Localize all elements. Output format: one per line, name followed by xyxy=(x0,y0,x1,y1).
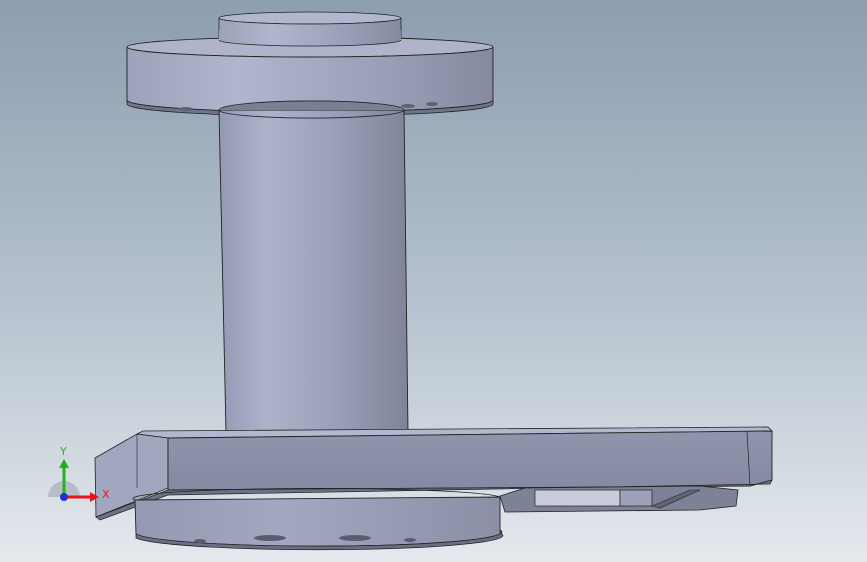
plate-front-face[interactable] xyxy=(167,430,773,491)
bolt-hole xyxy=(339,535,371,541)
bolt-hole xyxy=(404,538,416,542)
slot-window xyxy=(534,489,621,507)
cad-3d-viewport[interactable]: Y X xyxy=(0,0,867,562)
y-axis-label: Y xyxy=(59,445,67,458)
model-canvas[interactable]: Y X xyxy=(0,0,867,562)
top-boss-front xyxy=(219,30,401,46)
bolt-hole xyxy=(194,539,206,543)
bolt-hole xyxy=(254,535,286,541)
disc-rim[interactable] xyxy=(134,496,503,547)
shaft-body[interactable] xyxy=(218,109,409,433)
slot-block xyxy=(619,489,653,507)
bolt-hole xyxy=(179,107,193,111)
bolt-hole xyxy=(426,102,438,106)
z-axis-icon xyxy=(60,493,68,501)
shaft-column[interactable] xyxy=(218,100,409,433)
bolt-hole xyxy=(401,104,415,108)
x-axis-label: X xyxy=(102,488,110,501)
